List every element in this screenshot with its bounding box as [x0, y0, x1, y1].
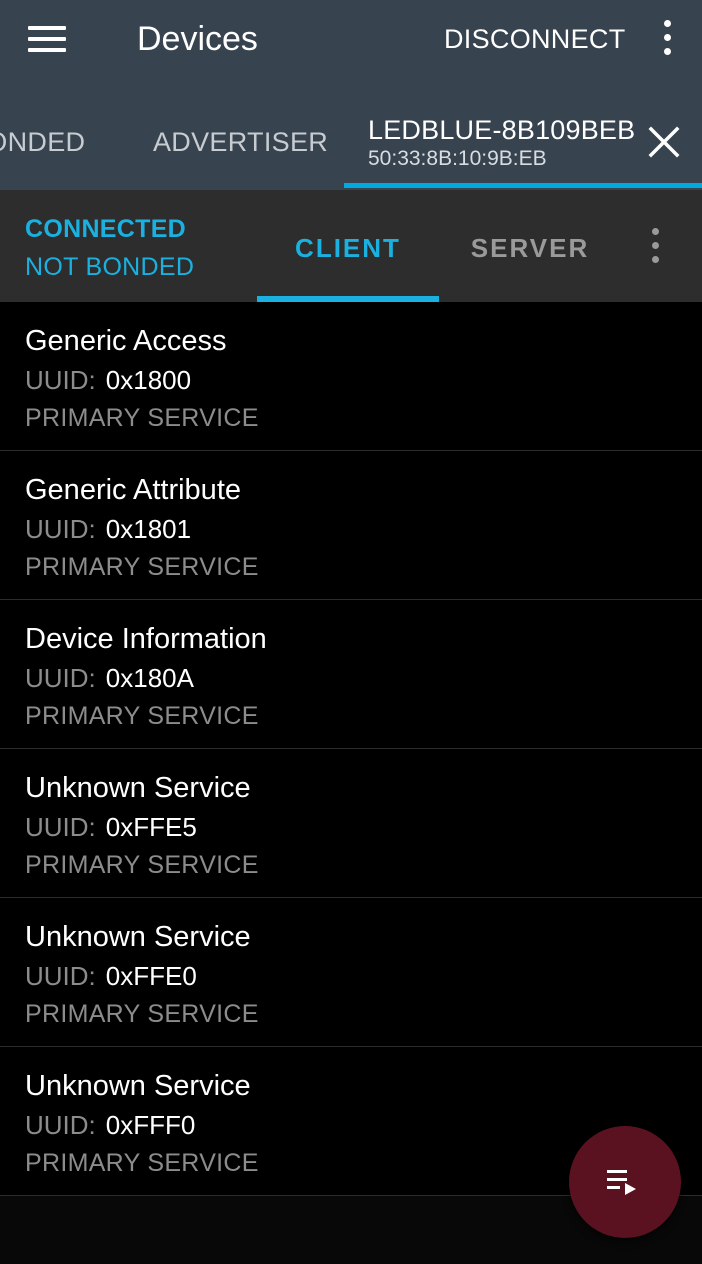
tab-server[interactable]: SERVER [439, 190, 621, 302]
service-name: Generic Access [25, 325, 227, 357]
service-uuid-line: UUID: 0xFFF0 [25, 1109, 195, 1141]
service-type: PRIMARY SERVICE [25, 404, 259, 432]
tab-advertiser-label: ADVERTISER [153, 127, 329, 157]
connection-overflow-icon[interactable] [646, 228, 666, 264]
list-item[interactable]: Device Information UUID: 0x180A PRIMARY S… [0, 600, 702, 749]
tab-client[interactable]: CLIENT [257, 190, 439, 302]
list-item[interactable]: Generic Access UUID: 0x1800 PRIMARY SERVI… [0, 302, 702, 451]
service-uuid-line: UUID: 0x1801 [25, 513, 191, 545]
tab-client-label: CLIENT [295, 233, 401, 263]
service-name: Unknown Service [25, 921, 251, 953]
uuid-label: UUID: [25, 663, 96, 693]
service-list: Generic Access UUID: 0x1800 PRIMARY SERVI… [0, 302, 702, 1196]
list-item[interactable]: Generic Attribute UUID: 0x1801 PRIMARY SE… [0, 451, 702, 600]
connection-state: CONNECTED [25, 215, 187, 243]
service-type: PRIMARY SERVICE [25, 851, 259, 879]
tab-bonded-label: BONDED [0, 127, 86, 157]
service-name: Unknown Service [25, 772, 251, 804]
close-icon[interactable] [644, 122, 684, 162]
uuid-label: UUID: [25, 812, 96, 842]
uuid-value: 0x1800 [105, 365, 192, 395]
service-name: Unknown Service [25, 1070, 251, 1102]
uuid-value: 0xFFE5 [105, 812, 197, 842]
playlist-play-icon [607, 1170, 636, 1195]
service-type: PRIMARY SERVICE [25, 702, 259, 730]
device-tab-indicator [344, 183, 702, 188]
list-item[interactable]: Unknown Service UUID: 0xFFE5 PRIMARY SERV… [0, 749, 702, 898]
hamburger-menu-icon[interactable] [28, 24, 68, 54]
tab-bonded[interactable]: BONDED [0, 78, 110, 190]
service-uuid-line: UUID: 0x1800 [25, 364, 191, 396]
disconnect-button[interactable]: DISCONNECT [444, 22, 626, 56]
uuid-label: UUID: [25, 514, 96, 544]
service-type: PRIMARY SERVICE [25, 1149, 259, 1177]
uuid-value: 0x1801 [105, 514, 192, 544]
uuid-label: UUID: [25, 961, 96, 991]
page-title: Devices [137, 20, 258, 58]
service-name: Device Information [25, 623, 267, 655]
bond-state: NOT BONDED [25, 253, 195, 281]
device-tab-strip: BONDED ADVERTISER LEDBLUE-8B109BEB 50:33… [0, 78, 702, 190]
service-type: PRIMARY SERVICE [25, 1000, 259, 1028]
service-type: PRIMARY SERVICE [25, 553, 259, 581]
log-fab-button[interactable] [569, 1126, 681, 1238]
tab-advertiser[interactable]: ADVERTISER [124, 78, 344, 190]
uuid-value: 0xFFF0 [105, 1110, 196, 1140]
uuid-label: UUID: [25, 365, 96, 395]
overflow-menu-icon[interactable] [658, 20, 678, 56]
uuid-label: UUID: [25, 1110, 96, 1140]
app-bar: Devices DISCONNECT [0, 0, 702, 78]
service-uuid-line: UUID: 0x180A [25, 662, 194, 694]
device-name: LEDBLUE-8B109BEB [368, 115, 636, 145]
service-name: Generic Attribute [25, 474, 241, 506]
device-mac-address: 50:33:8B:10:9B:EB [368, 147, 547, 170]
uuid-value: 0xFFE0 [105, 961, 197, 991]
tab-server-label: SERVER [470, 233, 590, 263]
uuid-value: 0x180A [105, 663, 194, 693]
connection-status-bar: CONNECTED NOT BONDED CLIENT SERVER [0, 190, 702, 302]
list-item[interactable]: Unknown Service UUID: 0xFFE0 PRIMARY SERV… [0, 898, 702, 1047]
service-uuid-line: UUID: 0xFFE0 [25, 960, 197, 992]
service-uuid-line: UUID: 0xFFE5 [25, 811, 197, 843]
